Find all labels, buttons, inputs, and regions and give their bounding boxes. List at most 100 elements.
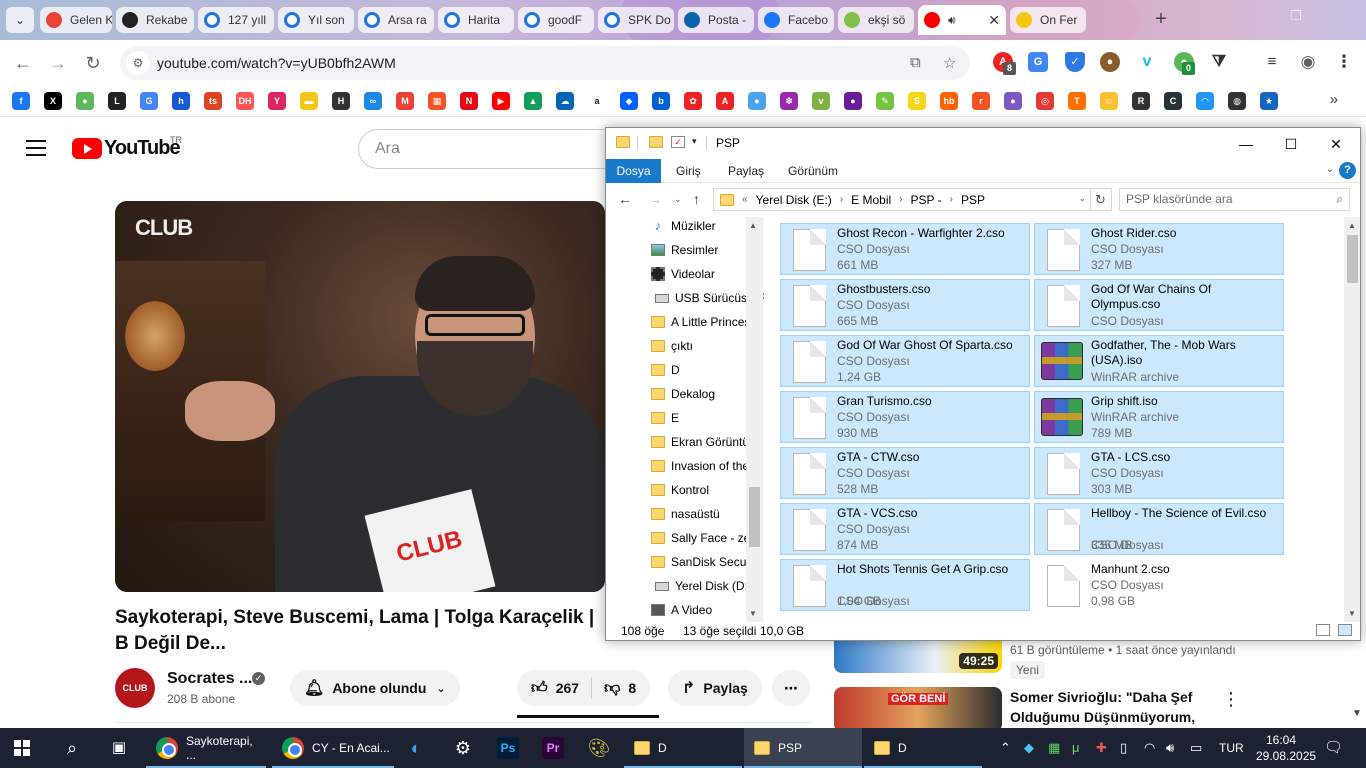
tab-share[interactable]: Paylaş [718, 159, 774, 183]
tray-app-icon[interactable]: ◆ [1024, 740, 1034, 756]
browser-tab[interactable]: SPK Do [598, 7, 674, 33]
back-button[interactable]: ← [10, 50, 36, 76]
forward-button[interactable]: → [45, 50, 71, 76]
tree-item[interactable]: Videolar [651, 262, 715, 286]
bookmark-hn-icon[interactable]: h [172, 92, 190, 110]
extensions-puzzle-icon[interactable]: ⧩ [1209, 52, 1229, 72]
taskbar-app[interactable]: D [624, 728, 742, 768]
bookmark-r2-icon[interactable]: R [1132, 92, 1150, 110]
channel-name[interactable]: Socrates ... [167, 670, 252, 688]
bookmark-swirl-icon[interactable]: ◎ [1036, 92, 1054, 110]
bookmark-gmail-icon[interactable]: M [396, 92, 414, 110]
bookmark-dh-icon[interactable]: DH [236, 92, 254, 110]
browser-tab[interactable]: goodF [518, 7, 594, 33]
url-text[interactable]: youtube.com/watch?v=yUB0bfh2AWM [157, 55, 396, 71]
bookmark-feather-icon[interactable]: ✎ [876, 92, 894, 110]
photoshop-icon[interactable]: Ps [497, 737, 519, 759]
tree-item[interactable]: Dekalog [651, 382, 715, 406]
breadcrumb-item[interactable]: Yerel Disk (E:) [756, 193, 832, 207]
bookmark-youtube-icon[interactable]: ▶ [492, 92, 510, 110]
address-dropdown-icon[interactable]: ⌄ [1078, 193, 1086, 204]
file-item[interactable]: Godfather, The - Mob Wars (USA).iso WinRA… [1034, 335, 1284, 387]
share-button[interactable]: ↱ Paylaş [668, 670, 762, 706]
vimeo-extension-icon[interactable]: v [1137, 52, 1157, 72]
guide-menu-icon[interactable] [26, 140, 46, 161]
browser-tab[interactable]: Harita [438, 7, 514, 33]
recent-locations-icon[interactable]: ⌄ [674, 194, 682, 205]
browser-tab[interactable]: Rekabe [116, 7, 194, 33]
bookmark-adobe-icon[interactable]: A [716, 92, 734, 110]
premiere-icon[interactable]: Pr [542, 737, 564, 759]
bookmark-t-icon[interactable]: T [1068, 92, 1086, 110]
tree-item[interactable]: Kontrol [651, 478, 709, 502]
dislike-icon[interactable]: 👎︎ [604, 679, 620, 698]
bookmark-box-icon[interactable]: b [652, 92, 670, 110]
browser-tab[interactable]: Arsa ra [358, 7, 434, 33]
restore-icon[interactable]: ❐ [1290, 8, 1302, 24]
chevron-right-icon[interactable]: › [899, 194, 902, 205]
refresh-button[interactable]: ↻ [1090, 188, 1112, 211]
scroll-thumb[interactable] [1347, 235, 1358, 283]
usb-eject-icon[interactable]: ▯ [1120, 740, 1127, 756]
bookmark-ts-icon[interactable]: ts [204, 92, 222, 110]
tray-security-icon[interactable]: ✚ [1096, 740, 1107, 756]
browser-tab[interactable]: On Fer [1010, 7, 1086, 33]
tree-item[interactable]: E [651, 406, 679, 430]
tab-view[interactable]: Görünüm [778, 159, 848, 183]
new-folder-icon[interactable] [649, 136, 663, 148]
tree-item[interactable]: nasaüstü [651, 502, 720, 526]
taskbar-app[interactable]: D [864, 728, 982, 768]
chevron-right-icon[interactable]: › [840, 194, 843, 205]
browser-tab[interactable]: Gelen K [40, 7, 112, 33]
navigation-scrollbar[interactable]: ▲ ▼ [746, 217, 763, 622]
file-item[interactable]: GTA - CTW.cso CSO Dosyası 528 MB [780, 447, 1030, 499]
bookmarks-overflow-icon[interactable]: » [1330, 91, 1338, 108]
wifi-icon[interactable]: ◠ [1144, 740, 1155, 756]
details-view-icon[interactable] [1316, 624, 1330, 636]
file-item[interactable]: Ghostbusters.cso CSO Dosyası 665 MB [780, 279, 1030, 331]
task-view-icon[interactable]: ▣ [107, 736, 131, 760]
show-hidden-icons-icon[interactable]: ⌃ [1000, 740, 1011, 756]
windows-start-icon[interactable] [14, 740, 30, 756]
file-item[interactable]: Ghost Rider.cso CSO Dosyası 327 MB [1034, 223, 1284, 275]
bookmark-hb-icon[interactable]: hb [940, 92, 958, 110]
bookmark-netflix-icon[interactable]: N [460, 92, 478, 110]
volume-icon[interactable]: 🔊︎ [1166, 740, 1174, 756]
more-actions-button[interactable]: ⋯ [772, 670, 810, 706]
bookmark-star-icon[interactable]: ★ [1260, 92, 1278, 110]
paint-icon[interactable]: 🎨︎ [587, 736, 611, 760]
bookmark-translate-icon[interactable]: G [140, 92, 158, 110]
tray-utorrent-icon[interactable]: μ [1072, 740, 1080, 755]
tab-file[interactable]: Dosya [606, 159, 661, 183]
file-item[interactable]: Hot Shots Tennis Get A Grip.cso CSO Dosya… [780, 559, 1030, 611]
bookmark-dropbox-icon[interactable]: ◆ [620, 92, 638, 110]
battery-icon[interactable]: ▭ [1190, 740, 1202, 756]
address-bar[interactable]: ⚙ youtube.com/watch?v=yUB0bfh2AWM ⧉ ☆ [120, 46, 970, 80]
edge-icon[interactable]: ◐ [404, 736, 428, 760]
chevron-right-icon[interactable]: › [950, 194, 953, 205]
scroll-down-icon[interactable]: ▼ [1348, 609, 1356, 618]
bookmark-drop2-icon[interactable]: ● [748, 92, 766, 110]
file-item[interactable]: Manhunt 2.cso CSO Dosyası 0,98 GB [1034, 559, 1284, 611]
bookmark-c-icon[interactable]: C [1164, 92, 1182, 110]
bookmark-star-icon[interactable]: ☆ [943, 54, 956, 72]
clock[interactable]: 16:04 29.08.2025 [1256, 732, 1316, 764]
tree-item[interactable]: çıktı [651, 334, 693, 358]
browser-tab[interactable]: 🔊︎ ✕ [918, 5, 1006, 35]
bookmark-game-icon[interactable]: ● [1004, 92, 1022, 110]
expand-ribbon-icon[interactable]: ⌄ [1326, 164, 1334, 175]
breadcrumb[interactable]: « Yerel Disk (E:) › E Mobil › PSP - › PS… [713, 188, 1091, 211]
bookmark-onedrive-icon[interactable]: ☁ [556, 92, 574, 110]
tray-app-icon[interactable]: ▦ [1048, 740, 1060, 756]
close-button[interactable]: ✕ [1316, 132, 1356, 156]
help-icon[interactable]: ? [1339, 162, 1356, 179]
bookmark-x-icon[interactable]: X [44, 92, 62, 110]
browser-tab[interactable]: ekşi sö [838, 7, 914, 33]
settings-gear-icon[interactable]: ⚙ [451, 736, 475, 760]
close-tab-icon[interactable]: ✕ [984, 12, 1000, 29]
tree-item[interactable]: D [651, 358, 680, 382]
properties-icon[interactable]: ✓ [671, 136, 685, 148]
page-scroll-down-icon[interactable]: ▼ [1352, 708, 1362, 719]
bookmark-h-icon[interactable]: H [332, 92, 350, 110]
video-player[interactable]: CLUB CLUB [115, 201, 605, 592]
